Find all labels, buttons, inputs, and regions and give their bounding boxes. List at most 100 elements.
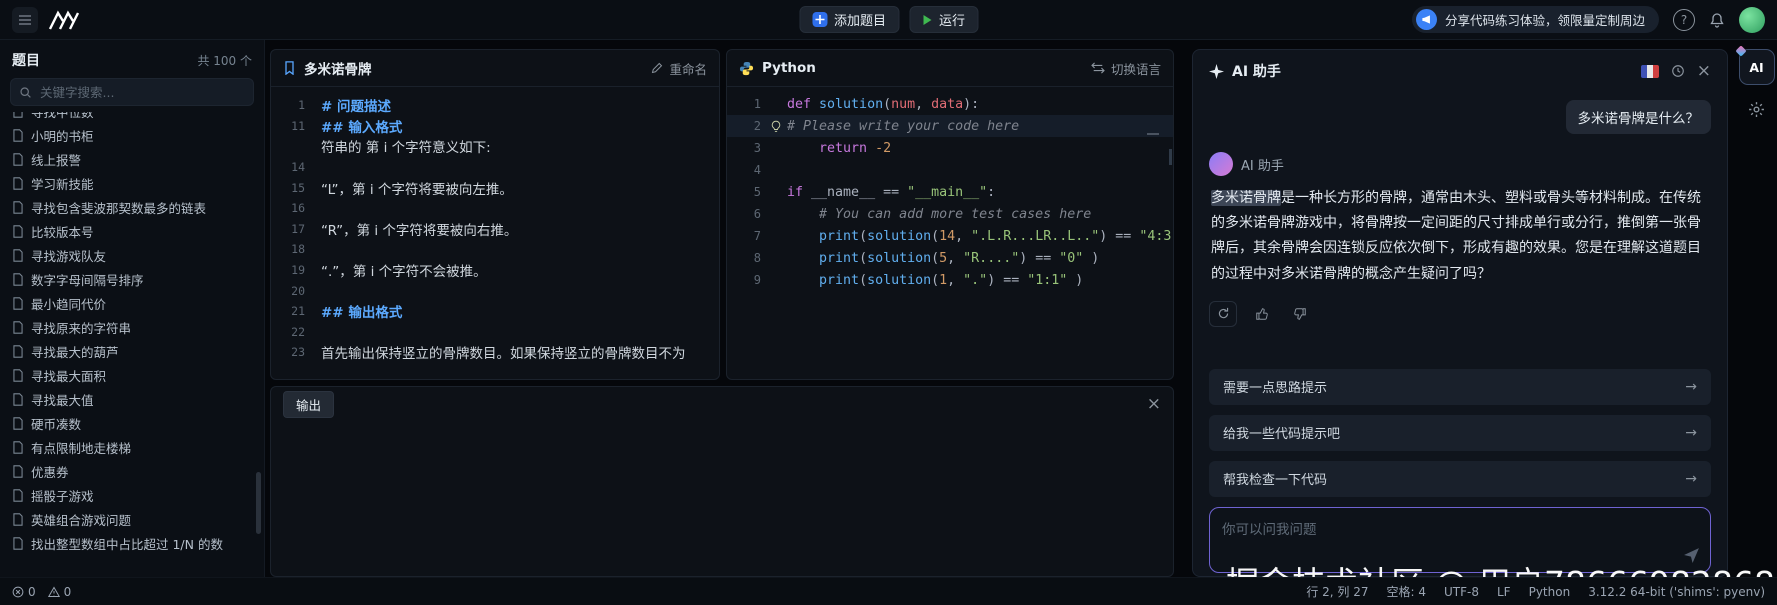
share-promo-button[interactable]: 分享代码练习体验，领限量定制周边 bbox=[1411, 6, 1659, 33]
code-token: 14 bbox=[939, 228, 956, 244]
problem-list-item[interactable]: 摇骰子游戏 bbox=[0, 483, 264, 507]
code-line-number: 7 bbox=[753, 229, 761, 243]
errors-group[interactable]: 0 bbox=[12, 585, 36, 599]
search-icon bbox=[20, 86, 31, 98]
problem-item-label: 寻找原来的字符串 bbox=[31, 320, 132, 336]
statusbar-item[interactable]: Python bbox=[1529, 585, 1571, 599]
bell-icon[interactable] bbox=[1709, 12, 1725, 28]
add-problem-button[interactable]: 添加题目 bbox=[798, 6, 899, 33]
regenerate-button[interactable] bbox=[1209, 300, 1237, 327]
lightbulb-icon[interactable] bbox=[767, 120, 785, 133]
run-button[interactable]: 运行 bbox=[909, 6, 979, 33]
code-line[interactable]: 8 print(solution(5, "R....") == "0" ) bbox=[727, 247, 1173, 269]
problem-list-item[interactable]: 最小趋同代价 bbox=[0, 291, 264, 315]
code-line[interactable]: 7 print(solution(14, ".L.R...LR..L..") =… bbox=[727, 225, 1173, 247]
problem-list-item[interactable]: 找出最长的神奇数列 bbox=[0, 555, 264, 560]
minimap-marker bbox=[1147, 133, 1159, 135]
rename-button[interactable]: 重命名 bbox=[651, 59, 707, 78]
suggestion-button[interactable]: 给我一些代码提示吧 → bbox=[1209, 414, 1711, 451]
problem-list-item[interactable]: 硬币凑数 bbox=[0, 411, 264, 435]
search-box[interactable] bbox=[10, 78, 254, 106]
send-icon[interactable] bbox=[1683, 547, 1700, 564]
ai-input-box[interactable] bbox=[1209, 506, 1711, 573]
ai-panel-title: AI 助手 bbox=[1232, 64, 1281, 80]
statusbar-item[interactable]: 3.12.2 64-bit ('shims': pyenv) bbox=[1588, 585, 1765, 599]
suggestion-button[interactable]: 帮我检查一下代码 → bbox=[1209, 460, 1711, 497]
problem-list-item[interactable]: 优惠券 bbox=[0, 459, 264, 483]
sidebar-scrollbar[interactable] bbox=[256, 472, 261, 534]
problem-list-item[interactable]: 英雄组合游戏问题 bbox=[0, 507, 264, 531]
code-line[interactable]: 6 # You can add more test cases here bbox=[727, 203, 1173, 225]
megaphone-icon bbox=[1415, 9, 1437, 30]
problem-list-item[interactable]: 寻找中位数 bbox=[0, 112, 264, 123]
output-close-icon[interactable]: × bbox=[1147, 395, 1161, 413]
code-token: == bbox=[1035, 250, 1060, 266]
warning-icon bbox=[47, 586, 60, 597]
problem-list-item[interactable]: 找出整型数组中占比超过 1/N 的数 bbox=[0, 531, 264, 555]
warnings-group[interactable]: 0 bbox=[47, 585, 71, 599]
problem-list-item[interactable]: 寻找最大值 bbox=[0, 387, 264, 411]
ai-title-group: AI 助手 bbox=[1209, 61, 1281, 81]
problem-list-item[interactable]: 寻找最大面积 bbox=[0, 363, 264, 387]
problem-item-label: 比较版本号 bbox=[31, 224, 94, 240]
code-token: "0" bbox=[1059, 250, 1084, 266]
code-token: ( bbox=[883, 96, 892, 112]
document-icon bbox=[13, 464, 23, 478]
output-tab[interactable]: 输出 bbox=[283, 390, 335, 418]
problem-list-item[interactable]: 寻找包含斐波那契数最多的链表 bbox=[0, 195, 264, 219]
language-flag-icon[interactable] bbox=[1640, 64, 1659, 78]
code-editor-body[interactable]: 1 def solution(num, data): 2 # Please wr… bbox=[727, 87, 1173, 291]
code-token: , bbox=[955, 228, 972, 244]
code-line[interactable]: 5 if __name__ == "__main__": bbox=[727, 181, 1173, 203]
ai-toggle-button[interactable]: AI bbox=[1734, 45, 1775, 85]
juejin-logo[interactable] bbox=[48, 9, 82, 31]
problem-title-group: 多米诺骨牌 bbox=[283, 58, 372, 78]
problem-list-item[interactable]: 有点限制地走楼梯 bbox=[0, 435, 264, 459]
problems-summary[interactable]: 0 0 bbox=[12, 585, 71, 599]
ai-close-icon[interactable]: × bbox=[1697, 62, 1711, 80]
statusbar-item[interactable]: UTF-8 bbox=[1444, 585, 1479, 599]
problem-list-item[interactable]: 小明的书柜 bbox=[0, 123, 264, 147]
problem-markdown-body[interactable]: 1 # 问题描述 11 ## 输入格式 符串的 第 i 个字符意义如下: 14 bbox=[271, 87, 719, 363]
problem-item-label: 找出最长的神奇数列 bbox=[31, 558, 144, 561]
statusbar-item[interactable]: LF bbox=[1497, 585, 1511, 599]
problem-list-item[interactable]: 线上报警 bbox=[0, 147, 264, 171]
search-input[interactable] bbox=[38, 83, 245, 101]
play-icon bbox=[922, 14, 932, 26]
markdown-line: 16 bbox=[275, 198, 711, 219]
problem-list-item[interactable]: 寻找游戏队友 bbox=[0, 243, 264, 267]
thumbs-up-button[interactable] bbox=[1249, 302, 1275, 326]
user-message-bubble: 多米诺骨牌是什么？ bbox=[1565, 100, 1711, 134]
code-line[interactable]: 2 # Please write your code here bbox=[727, 115, 1173, 137]
statusbar-item[interactable]: 空格: 4 bbox=[1387, 583, 1427, 600]
problem-list-item[interactable]: 寻找最大的葫芦 bbox=[0, 339, 264, 363]
problem-list-item[interactable]: 寻找原来的字符串 bbox=[0, 315, 264, 339]
ai-header-icons: × bbox=[1640, 62, 1711, 80]
suggestion-button[interactable]: 需要一点思路提示 → bbox=[1209, 368, 1711, 405]
code-token: # You can add more test cases here bbox=[819, 206, 1092, 222]
suggestion-list: 需要一点思路提示 → 给我一些代码提示吧 → 帮我检查一下代码 → bbox=[1209, 368, 1711, 507]
code-text: return -2 bbox=[787, 141, 891, 156]
switch-language-button[interactable]: 切换语言 bbox=[1091, 59, 1161, 78]
problem-list-item[interactable]: 学习新技能 bbox=[0, 171, 264, 195]
line-number: 16 bbox=[291, 201, 305, 216]
menu-icon bbox=[19, 14, 31, 25]
user-avatar[interactable] bbox=[1739, 6, 1765, 33]
code-line[interactable]: 4 bbox=[727, 159, 1173, 181]
menu-button[interactable] bbox=[12, 6, 38, 33]
statusbar-item[interactable]: 行 2, 列 27 bbox=[1306, 583, 1368, 600]
code-text: if __name__ == "__main__": bbox=[787, 185, 995, 200]
problem-list-item[interactable]: 比较版本号 bbox=[0, 219, 264, 243]
code-line[interactable]: 3 return -2 bbox=[727, 137, 1173, 159]
ai-input[interactable] bbox=[1210, 507, 1710, 550]
thumbs-down-button[interactable] bbox=[1287, 302, 1313, 326]
help-icon[interactable]: ? bbox=[1673, 8, 1695, 31]
markdown-text: 符串的 第 i 个字符意义如下: bbox=[321, 140, 491, 157]
code-line[interactable]: 9 print(solution(1, ".") == "1:1" ) bbox=[727, 269, 1173, 291]
settings-icon[interactable] bbox=[1748, 101, 1765, 118]
history-icon[interactable] bbox=[1671, 64, 1685, 78]
code-line[interactable]: 1 def solution(num, data): bbox=[727, 93, 1173, 115]
problem-list-item[interactable]: 数字字母间隔号排序 bbox=[0, 267, 264, 291]
code-token: data bbox=[931, 96, 964, 112]
code-token: "__main__" bbox=[907, 184, 988, 200]
